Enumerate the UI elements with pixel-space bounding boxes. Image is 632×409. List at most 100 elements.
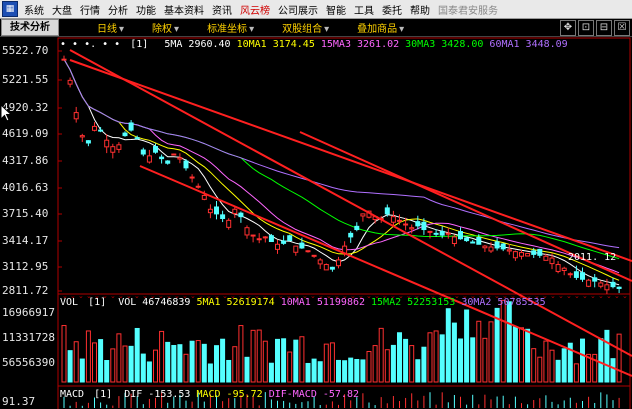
candle-body — [207, 208, 213, 214]
candle-body — [232, 208, 238, 214]
macd-mark[interactable]: [1] — [94, 389, 112, 400]
volume-bar — [390, 344, 396, 383]
volume-bar — [311, 358, 317, 383]
volume-bar — [433, 330, 439, 383]
candle-body — [494, 241, 500, 249]
candle-body — [482, 245, 488, 249]
volume-bar — [281, 338, 287, 383]
price-label: 4619.09 — [2, 127, 49, 140]
restore-icon[interactable]: ⊡ — [578, 20, 594, 36]
macd-prefix: MACD — [60, 389, 85, 400]
volume-bar — [299, 336, 305, 383]
volume-bar — [525, 328, 531, 383]
menu-item-4[interactable]: 功能 — [132, 2, 160, 17]
candle-body — [256, 238, 262, 241]
volume-bar — [488, 321, 494, 383]
volume-bar — [79, 358, 85, 383]
close-icon[interactable]: ☒ — [614, 20, 630, 36]
toolbar-dropdown-2[interactable]: 标准坐标 ▾ — [207, 20, 254, 35]
candle-body — [305, 250, 311, 253]
candle-body — [104, 139, 110, 148]
candle-body — [390, 216, 396, 223]
candle-body — [238, 212, 244, 218]
candle-body — [409, 227, 415, 230]
toolbar-dropdown-4[interactable]: 叠加商品 ▾ — [357, 20, 404, 35]
volume-bar — [201, 343, 207, 383]
candle-body — [531, 250, 537, 255]
candle-body — [519, 252, 524, 257]
chevron-down-icon: ▾ — [324, 24, 330, 35]
candle-body — [616, 286, 622, 289]
candle-body — [555, 264, 561, 272]
candle-body — [464, 237, 470, 242]
volume-bar — [476, 320, 482, 383]
candle-body — [244, 227, 250, 236]
volume-bar — [470, 337, 476, 383]
volume-bar — [323, 343, 329, 383]
toolbar-dropdown-0[interactable]: 日线 ▾ — [97, 20, 124, 35]
volume-bar — [165, 341, 171, 383]
main-indicator-line: • • •. • • [1] 5MA 2960.40 10MA1 3174.45 1… — [60, 39, 574, 50]
candle-body — [500, 243, 506, 250]
candle-body — [512, 251, 518, 259]
candle-body — [79, 135, 85, 138]
candle-body — [201, 194, 207, 200]
volume-bar — [329, 342, 335, 383]
date-marker: ⌄ — [622, 292, 628, 300]
candle-body — [610, 281, 616, 288]
volume-bar — [220, 338, 226, 383]
menu-item-3[interactable]: 分析 — [104, 2, 132, 17]
menu-item-12[interactable]: 帮助 — [406, 2, 434, 17]
vol-mark[interactable]: [1] — [88, 297, 106, 308]
menu-item-11[interactable]: 委托 — [378, 2, 406, 17]
chevron-down-icon: ▾ — [174, 24, 180, 35]
candle-body — [250, 234, 256, 237]
mouse-cursor-icon — [0, 104, 12, 122]
volume-bar — [195, 340, 201, 383]
volume-bar — [531, 348, 537, 383]
indicator-value: 10MA1 51199862 — [280, 297, 366, 308]
menu-bar: ▦ 系统 大盘 行情 分析 功能 基本资料 资讯 风云榜 公司展示 智能 工具 委托 帮助 国泰君安服务 — [0, 0, 632, 19]
candle-body — [220, 214, 226, 219]
menu-item-10[interactable]: 工具 — [350, 2, 378, 17]
candle-body — [433, 232, 439, 235]
menu-item-8[interactable]: 公司展示 — [274, 2, 322, 17]
volume-bar — [287, 351, 293, 383]
indicator-value: DIF-MACD -57.82 — [268, 389, 359, 400]
volume-bar — [73, 341, 79, 383]
toolbar-dropdown-3[interactable]: 双股组合 ▾ — [282, 20, 329, 35]
candle-body — [275, 243, 280, 250]
candle-body — [110, 146, 116, 153]
menu-item-6[interactable]: 资讯 — [208, 2, 236, 17]
volume-bar — [464, 309, 470, 383]
indicator-mark[interactable]: [1] — [130, 39, 148, 50]
indicator-value: VOL 46746839 — [118, 297, 191, 308]
volume-bar — [128, 345, 134, 383]
menu-item-5[interactable]: 基本资料 — [160, 2, 208, 17]
volume-bar — [232, 346, 238, 383]
move-icon[interactable]: ✥ — [560, 20, 576, 36]
volume-bar — [537, 356, 543, 383]
candle-body — [281, 240, 287, 244]
candle-body — [415, 221, 421, 227]
volume-bar — [366, 351, 372, 383]
stock-chart[interactable]: ⌄ ⌄ ⌄ ⌄ ⌄ ⌄ ⌄ ⌄ ⌄ ⌄ ⌄ ⌄ ⌄ ⌄ ⌄ ⌄ ⌄ ⌄ ⌄ ⌄ ⌄ ⌄ ⌄ ⌄ ⌄ ⌄ ⌄ ⌄ ⌄ ⌄ ⌄ ⌄ ⌄ ⌄ ⌄ ⌄ ⌄ ⌄ ⌄ ⌄… — [0, 36, 632, 409]
volume-bar — [573, 363, 579, 383]
candle-body — [445, 232, 451, 235]
volume-bar — [555, 359, 561, 383]
vol-prefix: VOL — [60, 297, 79, 308]
candle-body — [421, 221, 427, 231]
candle-body — [354, 225, 360, 231]
volume-bar — [159, 330, 165, 383]
menu-item-2[interactable]: 行情 — [76, 2, 104, 17]
menu-item-13[interactable]: 国泰君安服务 — [434, 2, 502, 17]
volume-bar — [409, 345, 415, 383]
volume-bar — [85, 330, 91, 383]
menu-item-7[interactable]: 风云榜 — [236, 2, 274, 17]
date-marker: ⌄ — [590, 292, 596, 300]
menu-item-9[interactable]: 智能 — [322, 2, 350, 17]
volume-bar — [397, 332, 402, 383]
minimize-icon[interactable]: ⊟ — [596, 20, 612, 36]
volume-bar — [598, 338, 604, 383]
toolbar-dropdown-1[interactable]: 除权 ▾ — [152, 20, 179, 35]
